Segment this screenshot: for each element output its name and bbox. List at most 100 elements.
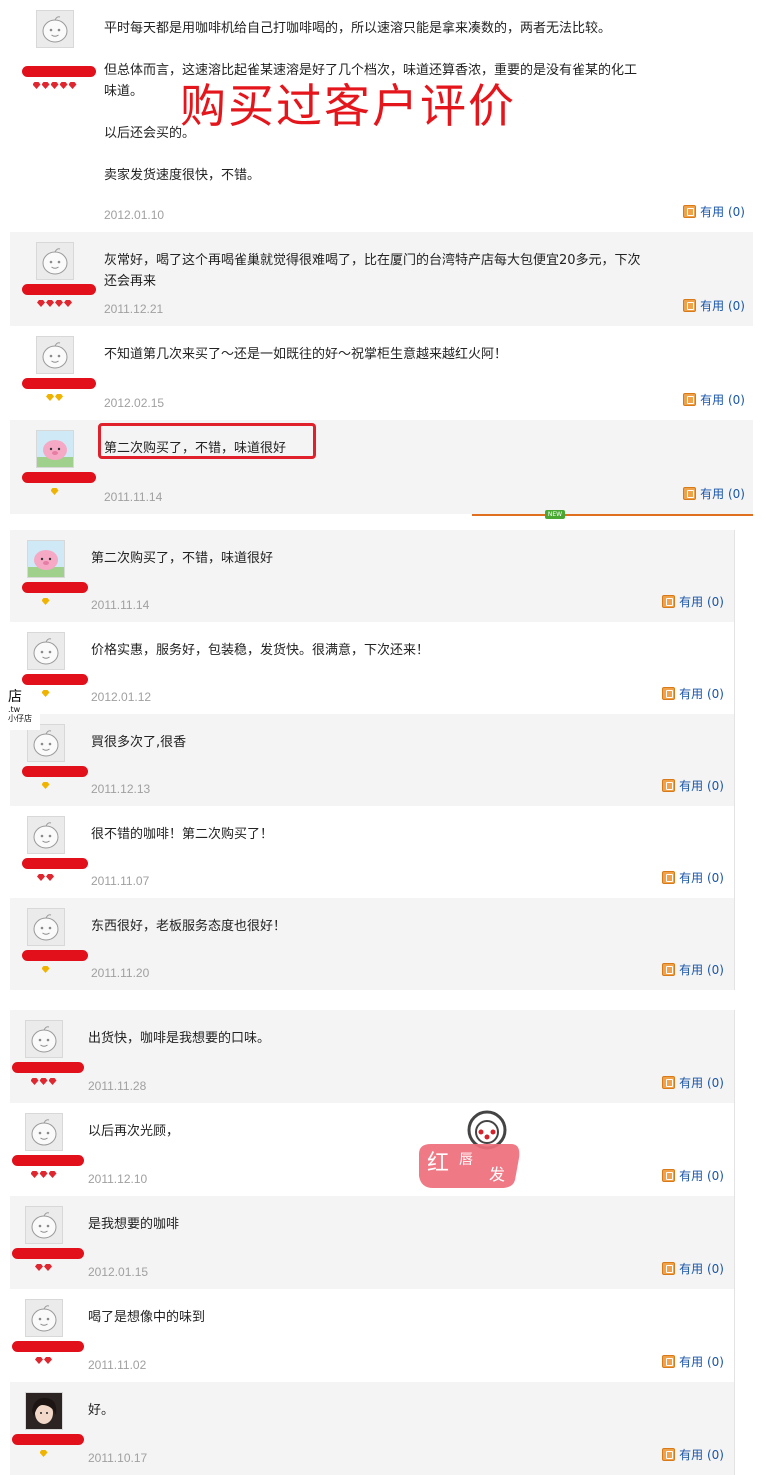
review-row: 是我想要的咖啡 2012.01.15 有用 (0): [10, 1196, 734, 1289]
useful-button[interactable]: 有用 (0): [662, 777, 724, 794]
thumbs-up-icon: [662, 1262, 676, 1275]
review-text: 以后再次光顾，: [88, 1124, 180, 1139]
side-tag-line3: 小仔店: [8, 714, 32, 723]
user-avatar[interactable]: [27, 540, 65, 578]
credit-gem-icon: [41, 690, 50, 697]
credit-rating: [46, 394, 64, 403]
side-tag-line2: .tw: [8, 705, 21, 714]
thumbs-up-icon: [662, 871, 676, 884]
credit-gem-icon: [44, 1264, 52, 1271]
useful-button[interactable]: 有用 (0): [683, 297, 745, 314]
redacted-username: [12, 1248, 84, 1259]
redacted-username: [22, 378, 96, 389]
useful-label: 有用 (0): [700, 299, 745, 313]
credit-rating: [35, 1357, 53, 1366]
credit-gem-icon: [30, 1078, 39, 1085]
useful-button[interactable]: 有用 (0): [662, 869, 724, 886]
credit-gem-icon: [44, 1357, 52, 1364]
credit-rating: [32, 82, 78, 91]
highlight-box: [98, 423, 316, 459]
useful-button[interactable]: 有用 (0): [683, 203, 745, 220]
review-text: 好。: [88, 1403, 115, 1418]
useful-button[interactable]: 有用 (0): [662, 685, 724, 702]
redacted-username: [12, 1434, 84, 1445]
review-date: 2012.01.15: [88, 1265, 149, 1279]
credit-gem-icon: [64, 300, 72, 307]
credit-gem-icon: [41, 82, 50, 89]
useful-button[interactable]: 有用 (0): [662, 1446, 724, 1463]
review-date: 2011.11.14: [104, 490, 163, 504]
watermark-char-2: 唇: [459, 1152, 473, 1168]
review-row: 不知道第几次来买了～还是一如既往的好～祝掌柜生意越来越红火阿！ 2012.02.1…: [10, 326, 753, 420]
review-row: 很不错的咖啡！第二次购买了！ 2011.11.07 有用 (0): [10, 806, 734, 898]
useful-button[interactable]: 有用 (0): [662, 593, 724, 610]
thumbs-up-icon: [662, 1355, 676, 1368]
useful-label: 有用 (0): [679, 687, 724, 701]
overlay-title: 购买过客户评价: [180, 79, 516, 133]
review-date: 2012.01.10: [104, 208, 165, 222]
thumbs-up-icon: [683, 299, 697, 312]
review-date: 2011.12.21: [104, 302, 164, 316]
credit-gem-icon: [39, 1171, 48, 1178]
useful-label: 有用 (0): [679, 779, 724, 793]
review-row: 灰常好，喝了这个再喝雀巢就觉得很难喝了，比在厦门的台湾特产店每大包便宜20多元，…: [10, 232, 753, 326]
user-avatar[interactable]: [36, 242, 74, 280]
credit-rating: [37, 300, 73, 309]
credit-rating: [41, 782, 51, 791]
useful-button[interactable]: 有用 (0): [662, 1353, 724, 1370]
side-tag-main: 店: [8, 689, 22, 705]
user-avatar[interactable]: [27, 632, 65, 670]
credit-rating: [41, 598, 51, 607]
redacted-username: [22, 284, 96, 295]
review-date: 2011.12.10: [88, 1172, 148, 1186]
useful-label: 有用 (0): [679, 1262, 724, 1276]
review-text: 价格实惠，服务好，包装稳，发货快。很满意，下次还来！: [91, 643, 430, 658]
credit-gem-icon: [46, 300, 54, 307]
user-avatar[interactable]: [25, 1392, 63, 1430]
useful-button[interactable]: 有用 (0): [662, 1260, 724, 1277]
credit-rating: [30, 1078, 58, 1087]
useful-label: 有用 (0): [679, 1076, 724, 1090]
review-group: 出货快，咖啡是我想要的口味。 2011.11.28 有用 (0) 以后再次光顾， 20…: [10, 1010, 734, 1475]
user-avatar[interactable]: [25, 1020, 63, 1058]
credit-rating: [50, 488, 60, 497]
credit-gem-icon: [41, 598, 50, 605]
credit-gem-icon: [39, 1078, 48, 1085]
review-text: 灰常好，喝了这个再喝雀巢就觉得很难喝了，比在厦门的台湾特产店每大包便宜20多元，…: [104, 253, 641, 289]
review-date: 2011.11.20: [91, 966, 150, 980]
user-avatar[interactable]: [25, 1206, 63, 1244]
credit-rating: [35, 1264, 53, 1273]
credit-gem-icon: [46, 874, 54, 881]
review-text: 買很多次了,很香: [91, 735, 187, 750]
credit-gem-icon: [50, 82, 59, 89]
credit-gem-icon: [48, 1171, 57, 1178]
useful-button[interactable]: 有用 (0): [683, 391, 745, 408]
credit-rating: [39, 1450, 49, 1459]
useful-label: 有用 (0): [679, 1169, 724, 1183]
review-group: 第二次购买了，不错，味道很好 2011.11.14 有用 (0) 价格实惠，服务好，…: [10, 530, 734, 990]
useful-button[interactable]: 有用 (0): [662, 1074, 724, 1091]
review-date: 2012.01.12: [91, 690, 152, 704]
useful-button[interactable]: 有用 (0): [662, 961, 724, 978]
user-avatar[interactable]: [27, 816, 65, 854]
credit-gem-icon: [48, 1078, 57, 1085]
watermark-logo: 红 唇 发: [415, 1110, 523, 1192]
user-avatar[interactable]: [36, 430, 74, 468]
useful-label: 有用 (0): [700, 205, 745, 219]
credit-gem-icon: [37, 874, 45, 881]
user-avatar[interactable]: [25, 1113, 63, 1151]
review-date: 2011.10.17: [88, 1451, 148, 1465]
redacted-username: [12, 1062, 84, 1073]
user-avatar[interactable]: [36, 10, 74, 48]
review-date: 2011.11.07: [91, 874, 150, 888]
useful-button[interactable]: 有用 (0): [683, 485, 745, 502]
redacted-username: [22, 472, 96, 483]
user-avatar[interactable]: [36, 336, 74, 374]
group-border: [734, 1010, 735, 1475]
user-avatar[interactable]: [25, 1299, 63, 1337]
review-date: 2011.11.14: [91, 598, 150, 612]
user-avatar[interactable]: [27, 908, 65, 946]
useful-button[interactable]: 有用 (0): [662, 1167, 724, 1184]
review-row: 价格实惠，服务好，包装稳，发货快。很满意，下次还来！ 2012.01.12 有用 (…: [10, 622, 734, 714]
useful-label: 有用 (0): [679, 1448, 724, 1462]
